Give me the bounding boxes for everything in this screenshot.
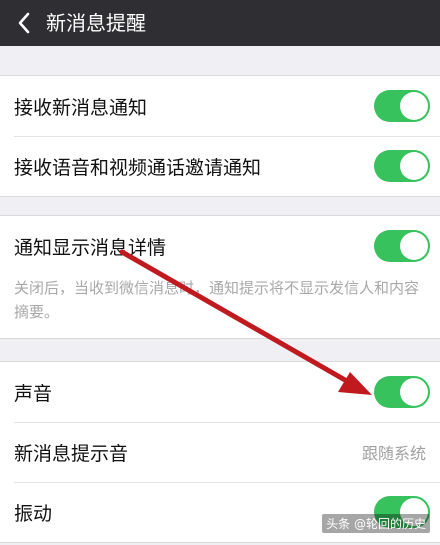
show-details-description: 关闭后，当收到微信消息时，通知提示将不显示发信人和内容摘要。 (14, 279, 420, 321)
row-show-details[interactable]: 通知显示消息详情 (0, 216, 440, 276)
row-ringtone[interactable]: 新消息提示音 跟随系统 (0, 422, 440, 482)
notification-group: 接收新消息通知 接收语音和视频通话邀请通知 (0, 75, 440, 197)
toggle-knob (400, 92, 428, 120)
show-details-toggle[interactable] (374, 230, 430, 262)
row-label: 声音 (14, 382, 53, 405)
row-receive-new-message[interactable]: 接收新消息通知 (0, 76, 440, 136)
receive-new-message-toggle[interactable] (374, 90, 430, 122)
toggle-knob (400, 232, 428, 260)
sound-toggle[interactable] (374, 376, 430, 408)
row-sound[interactable]: 声音 (0, 362, 440, 422)
page-title: 新消息提醒 (46, 11, 146, 35)
ringtone-value: 跟随系统 (361, 444, 426, 463)
row-label: 通知显示消息详情 (14, 236, 167, 259)
row-label: 接收语音和视频通话邀请通知 (14, 156, 262, 179)
toggle-knob (400, 378, 428, 406)
row-label: 接收新消息通知 (14, 96, 148, 119)
receive-call-invite-toggle[interactable] (374, 150, 430, 182)
row-vibrate[interactable]: 振动 (0, 482, 440, 542)
toggle-knob (400, 152, 428, 180)
watermark: 头条 @轮回的历史 (322, 514, 430, 533)
title-bar: 新消息提醒 (0, 0, 440, 46)
row-label: 新消息提示音 (14, 442, 129, 465)
row-label: 振动 (14, 502, 53, 525)
chevron-left-icon[interactable] (12, 10, 38, 36)
row-receive-call-invite[interactable]: 接收语音和视频通话邀请通知 (0, 136, 440, 196)
detail-group: 通知显示消息详情 关闭后，当收到微信消息时，通知提示将不显示发信人和内容摘要。 (0, 215, 440, 339)
